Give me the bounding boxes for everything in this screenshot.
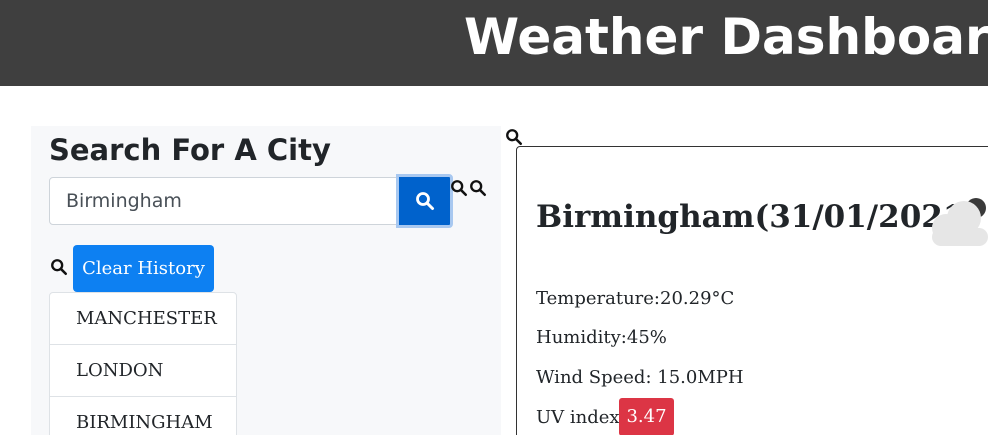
- search-history-list: MANCHESTER LONDON BIRMINGHAM: [49, 292, 237, 435]
- search-icon: [415, 192, 434, 210]
- page-title: Weather Dashboard: [464, 8, 988, 66]
- temperature-text: Temperature:20.29°C: [536, 288, 735, 309]
- humidity-text: Humidity:45%: [536, 327, 667, 348]
- search-button[interactable]: [396, 174, 453, 228]
- search-title: Search For A City: [49, 133, 331, 167]
- search-input[interactable]: [49, 177, 399, 225]
- search-icon: [470, 180, 487, 197]
- wind-speed-text: Wind Speed: 15.0MPH: [536, 367, 744, 388]
- history-item-birmingham[interactable]: BIRMINGHAM: [50, 397, 236, 435]
- history-item-manchester[interactable]: MANCHESTER: [50, 293, 236, 345]
- app-header: Weather Dashboard: [0, 0, 988, 86]
- search-icon: [506, 129, 523, 146]
- search-icon: [451, 180, 468, 197]
- uv-index-badge: 3.47: [619, 398, 674, 435]
- uv-index-label: UV index:: [536, 407, 626, 428]
- city-date-heading: Birmingham(31/01/2021): [536, 199, 980, 235]
- search-icon: [51, 259, 68, 276]
- clear-history-button[interactable]: Clear History: [73, 245, 214, 292]
- cloud-icon: [932, 198, 988, 246]
- history-item-london[interactable]: LONDON: [50, 345, 236, 397]
